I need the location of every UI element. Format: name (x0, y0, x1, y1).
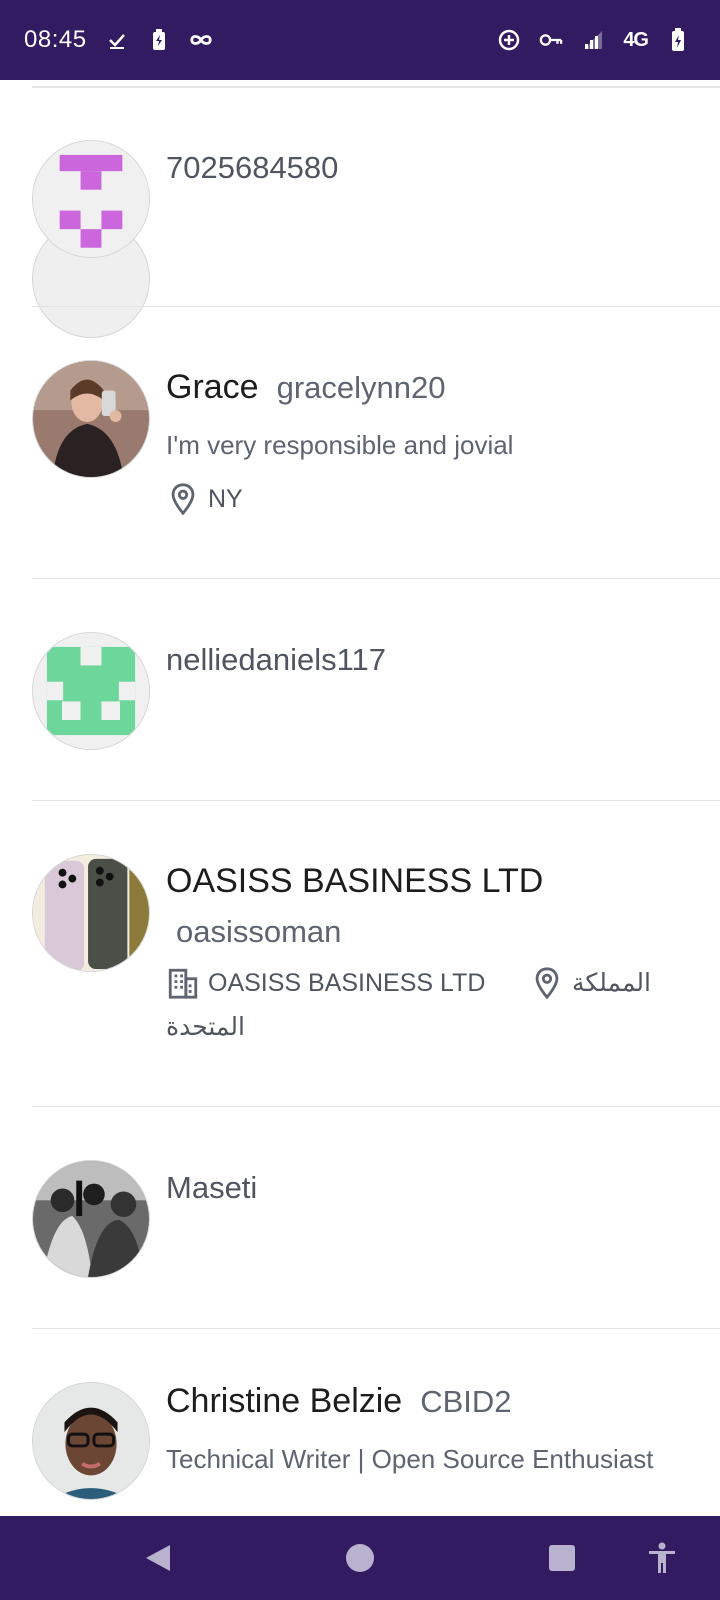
divider (32, 1328, 720, 1329)
user-company: OASISS BASINESS LTD (166, 966, 485, 1000)
user-name[interactable]: 7025684580 (166, 150, 338, 186)
divider (32, 306, 720, 307)
navigation-bar (0, 1516, 720, 1600)
check-icon (105, 28, 129, 52)
user-location: المملكة (530, 966, 651, 1000)
user-name[interactable]: Maseti (166, 1170, 257, 1206)
status-bar: 08:45 4G (0, 0, 720, 80)
user-list: 7025684580 Grace gracelynn20 I'm very re… (0, 80, 720, 1516)
divider (32, 1106, 720, 1107)
vpn-key-icon (539, 28, 563, 52)
user-name-line[interactable]: Christine Belzie CBID2 (166, 1382, 512, 1421)
data-saver-icon (497, 28, 521, 52)
status-right: 4G (497, 28, 690, 52)
status-time: 08:45 (24, 26, 87, 53)
status-left: 08:45 (24, 26, 213, 54)
recents-icon[interactable] (546, 1542, 578, 1574)
company-text: OASISS BASINESS LTD (208, 968, 486, 997)
user-name-line[interactable]: OASISS BASINESS LTD (166, 862, 543, 901)
divider (32, 800, 720, 801)
avatar (32, 1160, 150, 1278)
accessibility-icon[interactable] (646, 1542, 678, 1574)
network-type: 4G (623, 28, 649, 51)
divider (32, 578, 720, 579)
building-icon (166, 966, 200, 1000)
user-name-line[interactable]: Grace gracelynn20 (166, 368, 446, 407)
username: gracelynn20 (276, 370, 446, 405)
display-name: OASISS BASINESS LTD (166, 862, 544, 900)
location-pin-icon (166, 482, 200, 516)
location-text: NY (208, 484, 243, 513)
avatar (32, 360, 150, 478)
identicon-purple (33, 141, 149, 257)
user-location: NY (166, 482, 243, 516)
avatar (32, 854, 150, 972)
user-bio: I'm very responsible and jovial (166, 430, 514, 460)
avatar (32, 1382, 150, 1500)
user-location-continued: المتحدة (166, 1012, 245, 1042)
username: CBID2 (420, 1384, 512, 1419)
username: oasissoman (176, 914, 342, 949)
home-icon[interactable] (344, 1542, 376, 1574)
identicon-green (33, 633, 149, 749)
location-text: المملكة (572, 969, 651, 997)
avatar (32, 632, 150, 750)
user-bio: Technical Writer | Open Source Enthusias… (166, 1444, 654, 1474)
battery-icon (666, 28, 690, 52)
signal-icon (581, 28, 605, 52)
infinity-icon (189, 28, 213, 52)
location-pin-icon (530, 966, 564, 1000)
user-name[interactable]: nelliedaniels117 (166, 642, 386, 678)
battery-saver-icon (147, 28, 171, 52)
avatar (32, 140, 150, 258)
back-icon[interactable] (142, 1542, 174, 1574)
location-text-continued: المتحدة (166, 1013, 245, 1041)
divider (32, 86, 720, 88)
display-name: Christine Belzie (166, 1382, 403, 1420)
display-name: Grace (166, 368, 259, 406)
